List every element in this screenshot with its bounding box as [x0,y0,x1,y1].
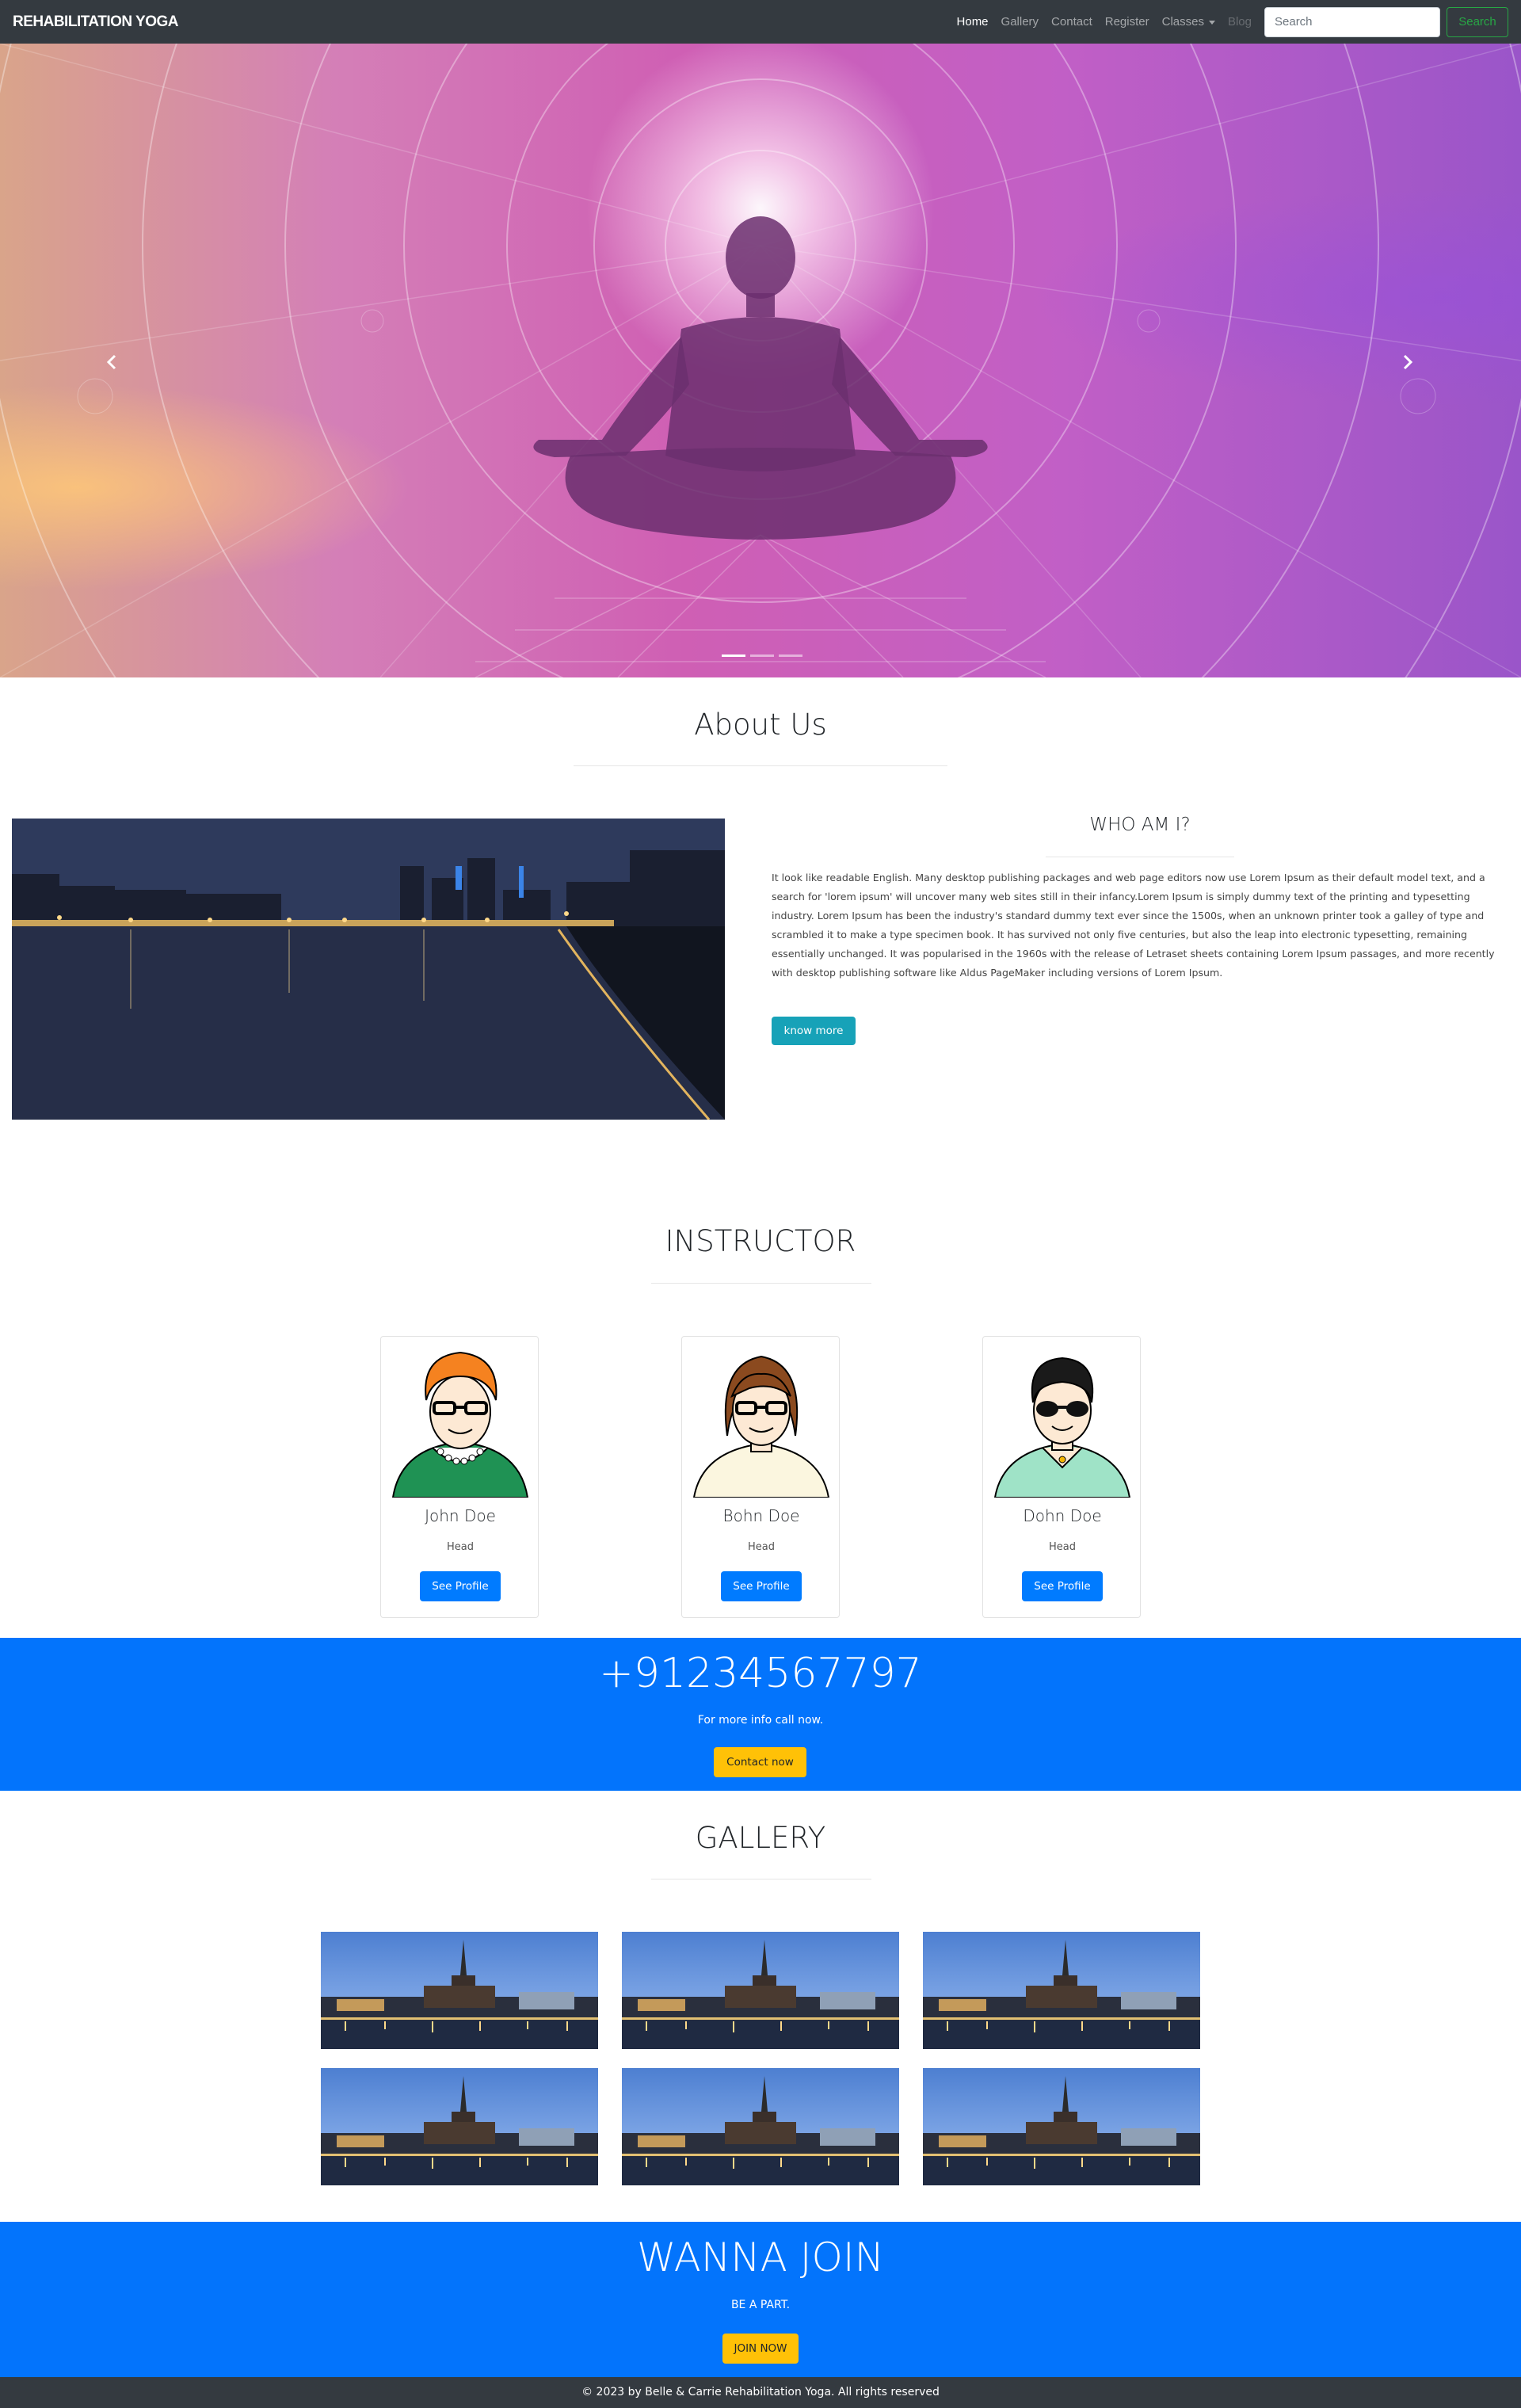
join-title: WANNA JOIN [636,2234,885,2280]
footer: © 2023 by Belle & Carrie Rehabilitation … [0,2377,1521,2408]
footer-copyright: © 2023 by Belle & Carrie Rehabilitation … [581,2386,940,2398]
about-divider [574,765,947,766]
nav-gallery[interactable]: Gallery [1001,15,1039,29]
gallery-image[interactable] [622,1932,899,2049]
about-paragraph: It look like readable English. Many desk… [772,872,1495,979]
instructor-title: INSTRUCTOR [665,1224,856,1258]
chevron-left-icon[interactable] [103,353,122,372]
about-city-image [12,819,725,1120]
instructor-divider [651,1283,871,1284]
carousel-indicator-3[interactable] [779,654,802,657]
carousel-indicator-1[interactable] [722,654,745,657]
instructor-card: Dohn Doe Head See Profile [982,1336,1141,1618]
join-subtitle: BE A PART. [730,2299,791,2311]
chevron-right-icon[interactable] [1397,353,1416,372]
who-am-i-title: WHO AM I? [1089,815,1191,835]
caret-down-icon [1208,20,1215,25]
search-input[interactable] [1264,6,1440,37]
instructor-avatar [391,1351,529,1498]
carousel-indicators [719,654,805,657]
nav-home[interactable]: Home [957,15,989,29]
nav-classes-label: Classes [1161,15,1204,29]
see-profile-button[interactable]: See Profile [721,1571,802,1601]
instructor-name: John Doe [425,1506,496,1525]
instructor-role: Head [748,1541,775,1553]
instructor-role: Head [447,1541,474,1553]
see-profile-button[interactable]: See Profile [1022,1571,1103,1601]
navbar: REHABILITATION YOGA Home Gallery Contact… [0,0,1521,44]
gallery-image[interactable] [321,1932,598,2049]
instructor-role: Head [1049,1541,1076,1553]
gallery-image[interactable] [321,2068,598,2185]
see-profile-button[interactable]: See Profile [420,1571,501,1601]
instructor-avatar [993,1357,1131,1498]
gallery-image[interactable] [622,2068,899,2185]
contact-now-button[interactable]: Contact now [714,1747,806,1777]
instructor-card: John Doe Head See Profile [380,1336,539,1618]
instructor-name: Dohn Doe [1023,1506,1102,1525]
search-button[interactable]: Search [1447,6,1508,37]
brand-logo[interactable]: REHABILITATION YOGA [13,13,179,31]
instructor-card: Bohn Doe Head See Profile [681,1336,840,1618]
call-subtitle: For more info call now. [697,1714,824,1727]
join-section: WANNA JOIN BE A PART. JOIN NOW [0,2222,1521,2377]
nav-register[interactable]: Register [1105,15,1149,29]
gallery-image[interactable] [923,2068,1200,2185]
instructor-avatar [692,1355,830,1498]
join-now-button[interactable]: JOIN NOW [722,2334,799,2364]
gallery-image[interactable] [923,1932,1200,2049]
know-more-button[interactable]: know more [772,1017,856,1045]
phone-number: +91234567797 [599,1650,922,1697]
nav-links: Home Gallery Contact Register Classes Bl… [957,0,1508,44]
gallery-title: GALLERY [695,1821,826,1855]
nav-classes-dropdown[interactable]: Classes [1162,15,1215,29]
instructor-name: Bohn Doe [722,1506,800,1525]
nav-blog: Blog [1227,15,1252,29]
nav-contact[interactable]: Contact [1051,15,1092,29]
hero-meditation-image [0,44,1521,677]
call-section: +91234567797 For more info call now. Con… [0,1638,1521,1791]
hero-carousel [0,44,1521,677]
about-title: About Us [694,708,827,742]
carousel-indicator-2[interactable] [750,654,774,657]
